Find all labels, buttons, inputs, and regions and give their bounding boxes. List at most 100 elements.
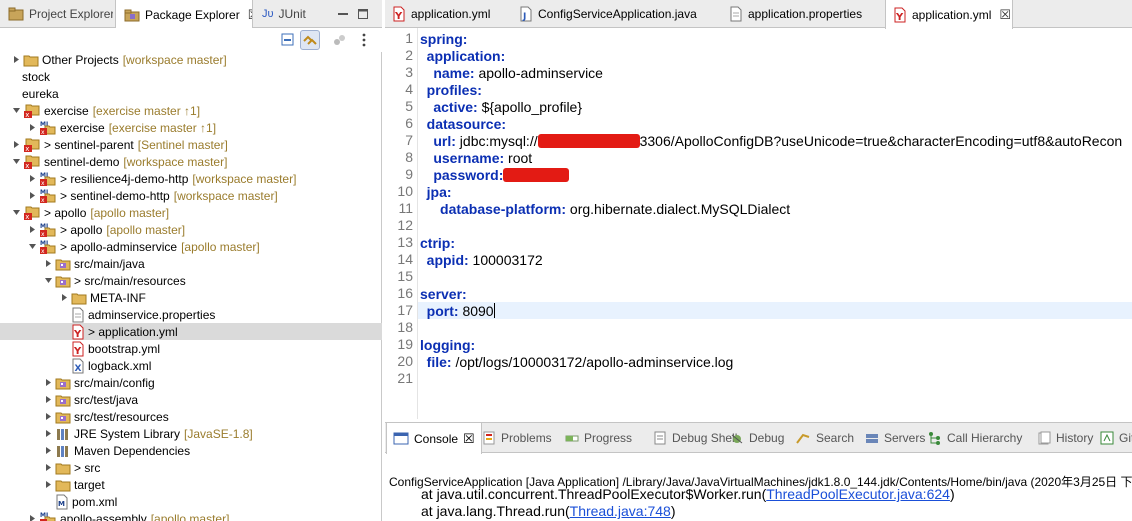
focus-on-active-task-icon[interactable]: [330, 31, 348, 49]
git-decoration: [workspace master]: [173, 188, 278, 203]
expanded-triangle-icon[interactable]: [11, 208, 21, 218]
tree-row[interactable]: target: [0, 476, 382, 493]
tree-row[interactable]: JRE System Library [JavaSE-1.8]: [0, 425, 382, 442]
collapsed-triangle-icon[interactable]: [27, 123, 37, 133]
console-tab-servers[interactable]: Servers: [865, 423, 925, 453]
collapsed-triangle-icon[interactable]: [27, 191, 37, 201]
collapsed-triangle-icon[interactable]: [43, 378, 53, 388]
tree-row[interactable]: x > sentinel-parent [Sentinel master]: [0, 136, 382, 153]
code-line[interactable]: ctrip:: [418, 234, 1132, 251]
tree-row[interactable]: eureka: [0, 85, 382, 102]
code-line[interactable]: profiles:: [418, 81, 1132, 98]
close-tab-icon[interactable]: ☒: [999, 7, 1011, 23]
tree-row[interactable]: M Jx > apollo [apollo master]: [0, 221, 382, 238]
console-tab-console[interactable]: Console ☒: [386, 423, 482, 454]
code-line[interactable]: jpa:: [418, 183, 1132, 200]
collapsed-triangle-icon[interactable]: [43, 395, 53, 405]
tree-row[interactable]: MJxapollo-assembly[apollo master]: [0, 510, 382, 521]
view-menu-icon[interactable]: [355, 31, 373, 49]
collapsed-triangle-icon[interactable]: [27, 174, 37, 184]
code-line[interactable]: name: apollo-adminservice: [418, 64, 1132, 81]
code-line[interactable]: port: 8090: [418, 302, 1132, 319]
tree-row[interactable]: Maven Dependencies: [0, 442, 382, 459]
collapsed-triangle-icon[interactable]: [27, 225, 37, 235]
expanded-triangle-icon[interactable]: [27, 242, 37, 252]
code-line[interactable]: datasource:: [418, 115, 1132, 132]
expanded-triangle-icon[interactable]: [11, 106, 21, 116]
code-line[interactable]: username: root: [418, 149, 1132, 166]
code-line[interactable]: server:: [418, 285, 1132, 302]
code-line[interactable]: [418, 217, 1132, 234]
collapsed-triangle-icon[interactable]: [43, 480, 53, 490]
console-tab-history[interactable]: History: [1037, 423, 1093, 453]
tree-row[interactable]: M Jx > apollo-adminservice [apollo master]: [0, 238, 382, 255]
code-line[interactable]: logging:: [418, 336, 1132, 353]
tree-row[interactable]: M Jx > resilience4j-demo-http [workspace ma…: [0, 170, 382, 187]
link-with-editor-icon[interactable]: [300, 30, 320, 50]
collapsed-triangle-icon[interactable]: [11, 140, 21, 150]
code-line[interactable]: file: /opt/logs/100003172/apollo-adminse…: [418, 353, 1132, 370]
code-line[interactable]: [418, 268, 1132, 285]
tree-row[interactable]: src/main/config: [0, 374, 382, 391]
code-line[interactable]: url: jdbc:mysql:// 3306/ApolloConfigDB?us…: [418, 132, 1132, 149]
tree-row[interactable]: Ybootstrap.yml: [0, 340, 382, 357]
tree-row[interactable]: x sentinel-demo [workspace master]: [0, 153, 382, 170]
tree-row[interactable]: Mpom.xml: [0, 493, 382, 510]
stack-frame-link[interactable]: ThreadPoolExecutor.java:624: [766, 486, 950, 502]
tree-row[interactable]: Xlogback.xml: [0, 357, 382, 374]
tree-row[interactable]: M Jx > sentinel-demo-http [workspace master…: [0, 187, 382, 204]
tree-row[interactable]: stock: [0, 68, 382, 85]
code-line[interactable]: [418, 319, 1132, 336]
close-tab-icon[interactable]: ☒: [463, 431, 475, 447]
collapse-all-icon[interactable]: [279, 31, 297, 49]
close-tab-icon[interactable]: ☒: [248, 7, 252, 23]
tree-row-selected[interactable]: Y > application.yml: [0, 323, 382, 340]
tree-row[interactable]: > src: [0, 459, 382, 476]
console-tab-search[interactable]: Search: [795, 423, 854, 453]
console-tab-git[interactable]: Git: [1100, 423, 1132, 453]
code-text-area[interactable]: spring: application: name: apollo-admins…: [418, 28, 1132, 419]
tab-junit[interactable]: Jᴜ JUnit: [254, 0, 318, 28]
collapsed-triangle-icon[interactable]: [43, 446, 53, 456]
code-line[interactable]: database-platform: org.hibernate.dialect…: [418, 200, 1132, 217]
code-line[interactable]: active: ${apollo_profile}: [418, 98, 1132, 115]
tree-row[interactable]: x > apollo [apollo master]: [0, 204, 382, 221]
code-line[interactable]: [418, 370, 1132, 387]
tree-row[interactable]: src/test/resources: [0, 408, 382, 425]
collapsed-triangle-icon[interactable]: [11, 55, 21, 65]
collapsed-triangle-icon[interactable]: [43, 429, 53, 439]
expanded-triangle-icon[interactable]: [43, 276, 53, 286]
tree-row[interactable]: META-INF: [0, 289, 382, 306]
code-line[interactable]: spring:: [418, 30, 1132, 47]
collapsed-triangle-icon[interactable]: [43, 412, 53, 422]
tree-row[interactable]: > src/main/resources: [0, 272, 382, 289]
console-tab-progress[interactable]: Progress: [565, 423, 632, 453]
console-tab-problems[interactable]: Problems: [482, 423, 552, 453]
maximize-view-icon[interactable]: [354, 5, 372, 23]
console-tab-callhier[interactable]: Call Hierarchy: [928, 423, 1022, 453]
collapsed-triangle-icon[interactable]: [43, 259, 53, 269]
tree-row[interactable]: M Jx exercise [exercise master ↑1]: [0, 119, 382, 136]
collapsed-triangle-icon[interactable]: [27, 514, 37, 521]
code-line[interactable]: password:: [418, 166, 1132, 183]
code-line[interactable]: appid: 100003172: [418, 251, 1132, 268]
tree-row[interactable]: Other Projects [workspace master]: [0, 51, 382, 68]
collapsed-triangle-icon[interactable]: [59, 293, 69, 303]
code-line[interactable]: application:: [418, 47, 1132, 64]
expanded-triangle-icon[interactable]: [11, 157, 21, 167]
tree-row[interactable]: adminservice.properties: [0, 306, 382, 323]
tree-row[interactable]: x exercise [exercise master ↑1]: [0, 102, 382, 119]
console-tab-debugshell[interactable]: Debug Shell: [653, 423, 737, 453]
editor-tab-4[interactable]: Yapplication.yml ☒: [885, 0, 1013, 29]
tree-row[interactable]: src/test/java: [0, 391, 382, 408]
editor-tab-1[interactable]: Yapplication.yml: [385, 0, 512, 28]
tab-project-explorer[interactable]: Project Explorer: [0, 0, 113, 28]
console-tab-debug[interactable]: Debug: [730, 423, 784, 453]
minimize-view-icon[interactable]: [334, 5, 352, 23]
collapsed-triangle-icon[interactable]: [43, 463, 53, 473]
editor-tab-2[interactable]: J ConfigServiceApplication.java: [512, 0, 722, 28]
stack-frame-link[interactable]: Thread.java:748: [570, 503, 671, 519]
tree-row[interactable]: src/main/java: [0, 255, 382, 272]
tab-package-explorer[interactable]: Package Explorer ☒: [115, 0, 253, 29]
editor-tab-3[interactable]: application.properties: [722, 0, 885, 28]
